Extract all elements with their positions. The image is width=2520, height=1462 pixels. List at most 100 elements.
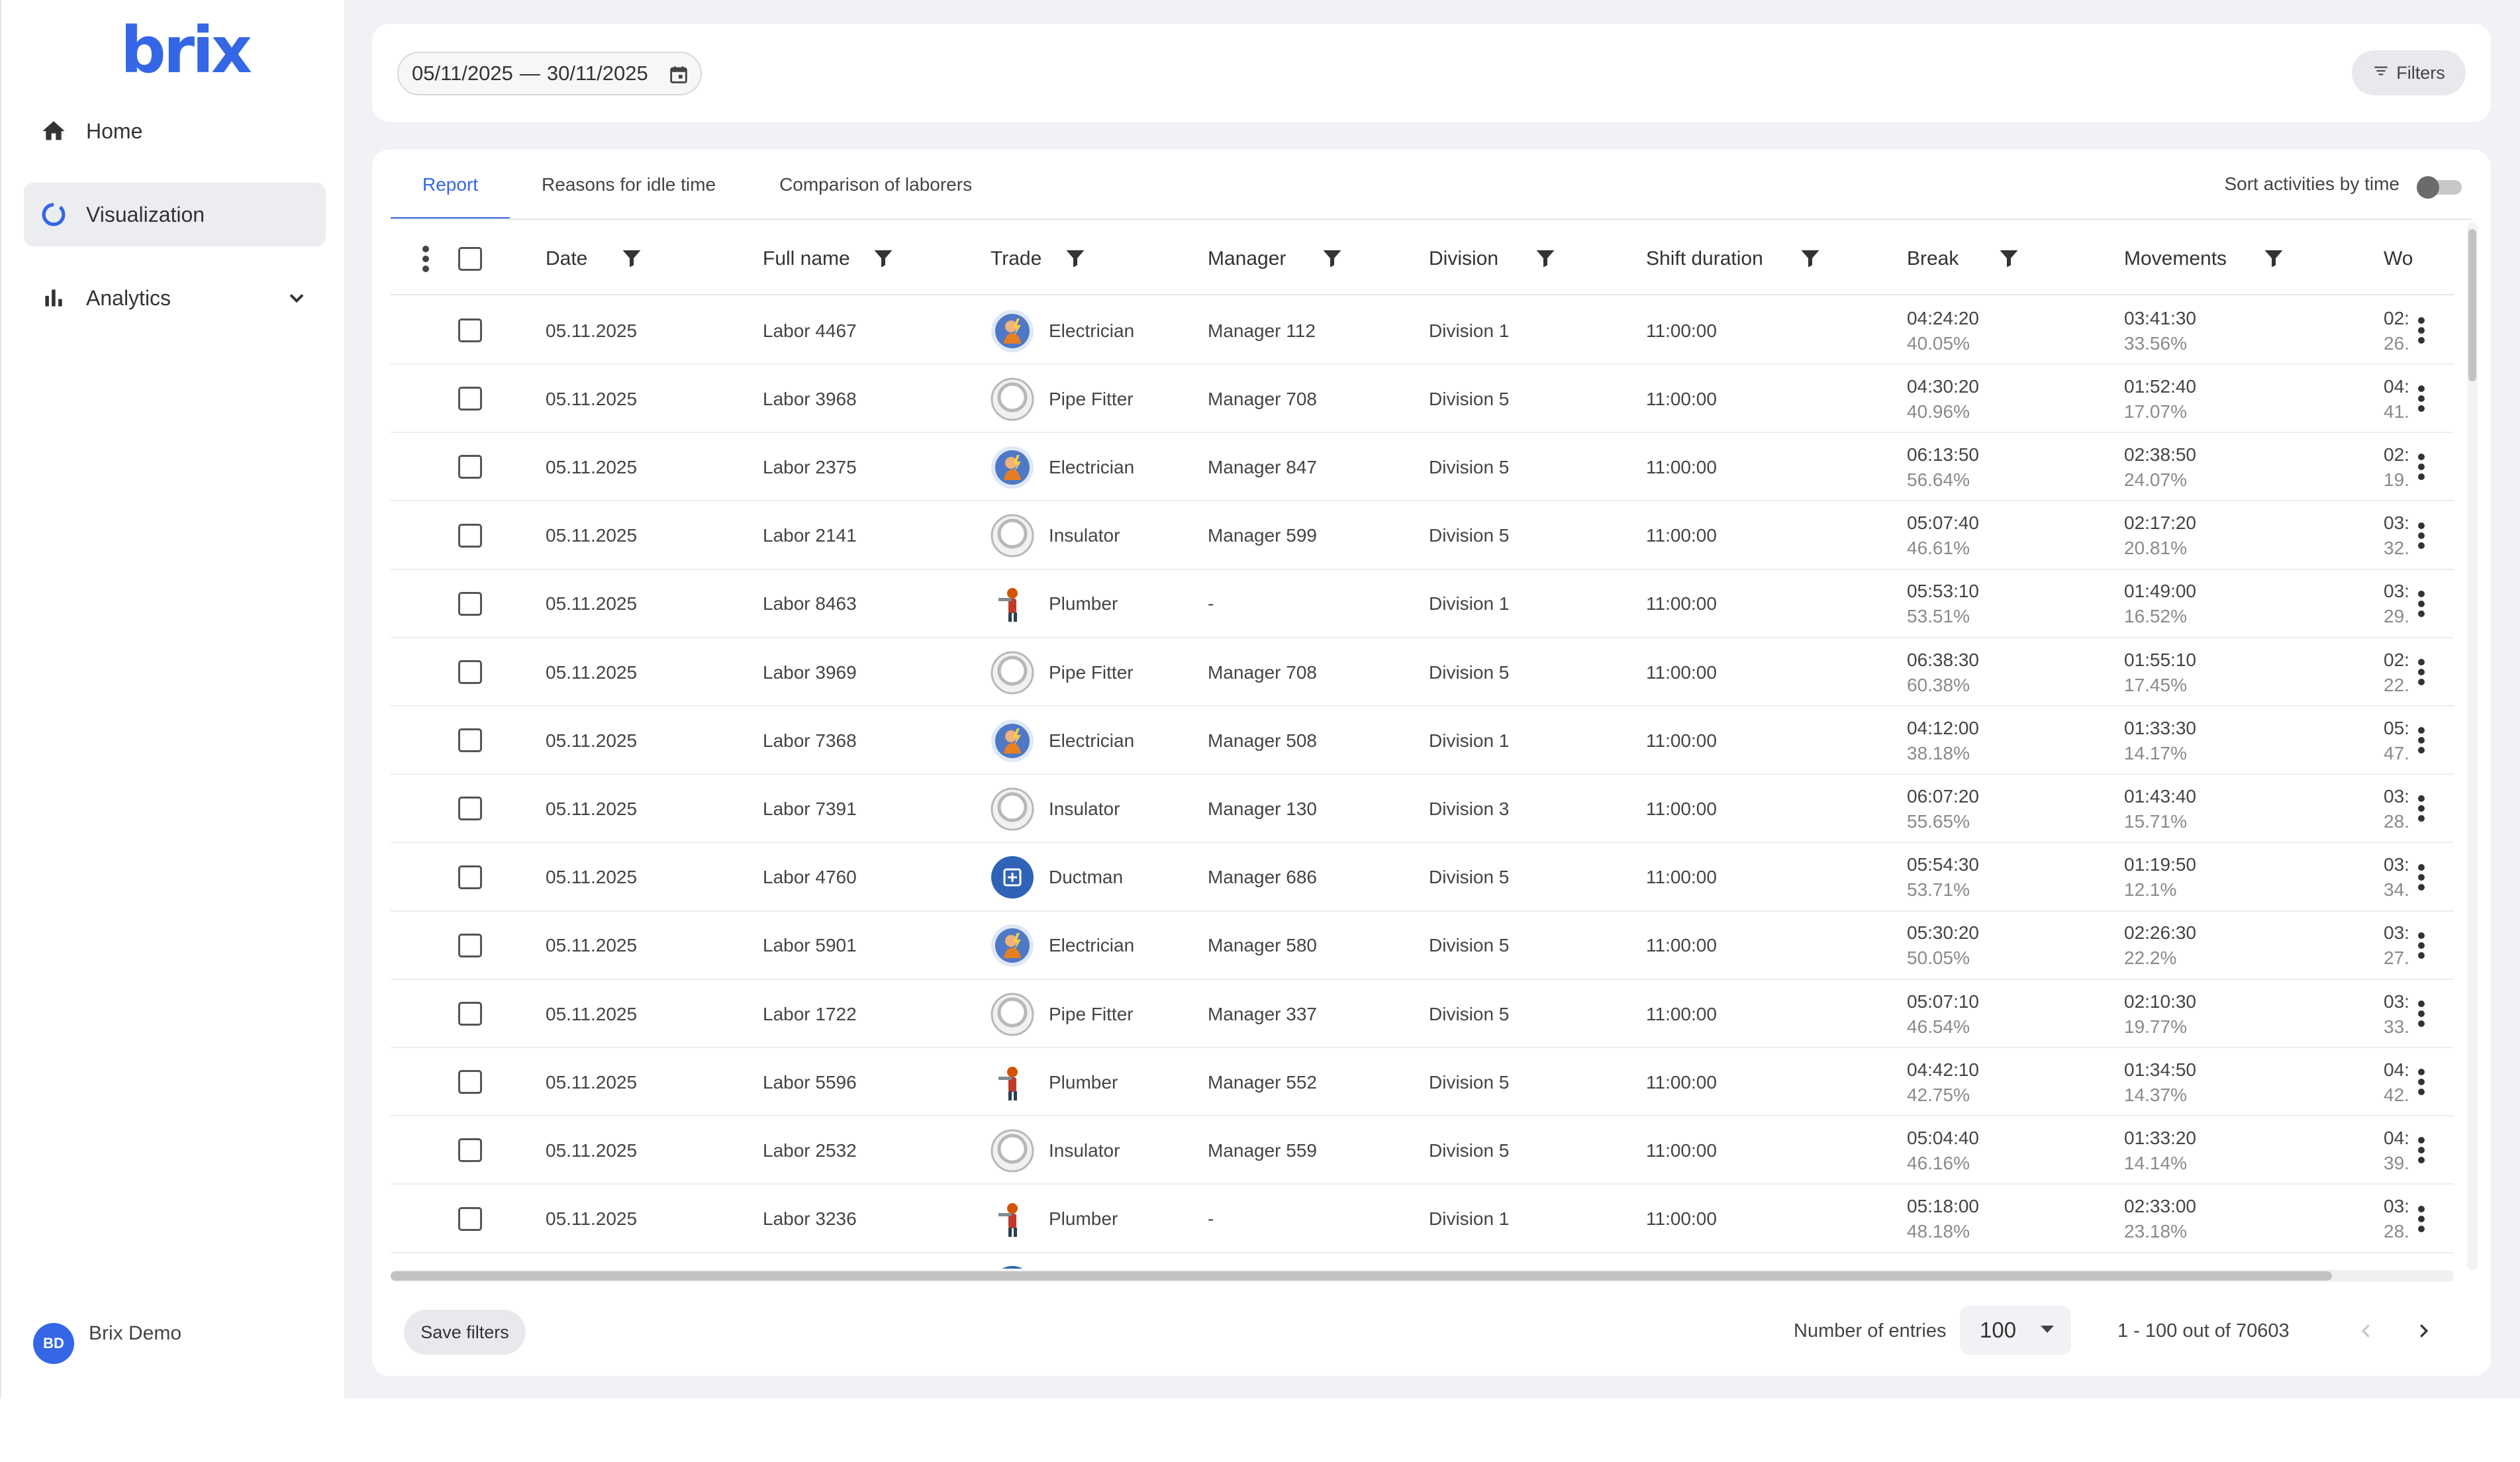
row-checkbox[interactable] <box>458 865 482 889</box>
prev-page-button[interactable] <box>2348 1312 2385 1349</box>
sidebar-item-analytics[interactable]: Analytics <box>24 266 326 330</box>
table-row[interactable]: 05.11.2025 Labor 3969 Pipe Fitter Manager 7… <box>391 638 2454 707</box>
column-header-trade[interactable]: Trade <box>991 222 1042 295</box>
avatar[interactable]: BD <box>33 1323 74 1364</box>
row-checkbox[interactable] <box>458 797 482 821</box>
calendar-icon[interactable] <box>667 64 690 86</box>
row-more-icon[interactable] <box>2411 724 2431 757</box>
table-row[interactable]: 05.11.2025 Labor 4467 Electrician Manager 1… <box>391 297 2454 365</box>
date-range-picker[interactable]: 05/11/2025 — 30/11/2025 <box>397 52 702 95</box>
row-checkbox[interactable] <box>458 455 482 479</box>
column-header-wo[interactable]: Wo <box>2384 222 2413 295</box>
cell-manager: Manager 508 <box>1208 730 1318 751</box>
column-header-manager[interactable]: Manager <box>1208 222 1286 295</box>
save-filters-button[interactable]: Save filters <box>404 1310 526 1355</box>
row-checkbox[interactable] <box>458 933 482 957</box>
row-more-icon[interactable] <box>2411 929 2431 962</box>
table-row[interactable]: 05.11.2025 Labor 1722 Pipe Fitter Manager 3… <box>391 980 2454 1048</box>
table-row[interactable]: 05.11.2025 Labor 7391 Insulator Manager 130… <box>391 775 2454 844</box>
tab-report[interactable]: Report <box>391 150 510 220</box>
cell-movements: 02:38:50 24.07% <box>2124 433 2196 501</box>
row-checkbox[interactable] <box>458 591 482 616</box>
filter-icon[interactable] <box>1320 246 1344 270</box>
table-row[interactable]: 05.11.2025 Labor 2141 Insulator Manager 599… <box>391 502 2454 570</box>
column-header-movements[interactable]: Movements <box>2124 222 2227 295</box>
row-checkbox[interactable] <box>458 660 482 684</box>
table-row[interactable]: 05.11.2025 Labor 5901 Electrician Manager 5… <box>391 912 2454 980</box>
tab-comparison-of-laborers[interactable]: Comparison of laborers <box>748 150 1004 220</box>
filter-icon[interactable] <box>2262 246 2286 270</box>
row-more-icon[interactable] <box>2411 587 2431 620</box>
table-row[interactable]: 05.11.2025 Labor 5596 Plumber Manager 552 Di… <box>391 1048 2454 1117</box>
filter-icon[interactable] <box>871 246 895 270</box>
table-row[interactable]: 05.11.2025 Labor 4760 Ductman Manager 686 Di… <box>391 844 2454 912</box>
wo-percent: 28. <box>2384 1221 2409 1242</box>
row-checkbox[interactable] <box>458 523 482 548</box>
tab-reasons-for-idle-time[interactable]: Reasons for idle time <box>510 150 748 220</box>
filter-icon[interactable] <box>620 246 644 270</box>
filter-icon[interactable] <box>1798 246 1822 270</box>
select-all-checkbox[interactable] <box>458 247 482 271</box>
filters-button[interactable]: Filters <box>2352 50 2466 95</box>
column-header-break[interactable]: Break <box>1907 222 1959 295</box>
row-checkbox[interactable] <box>458 728 482 753</box>
brix-logo[interactable]: brix <box>121 19 252 82</box>
table-row[interactable]: 05.11.2025 Labor 7368 Electrician Manager 5… <box>391 707 2454 775</box>
cell-trade: Plumber <box>991 1048 1118 1116</box>
row-more-icon[interactable] <box>2411 382 2431 415</box>
cell-wo: 03: 28. <box>2384 1185 2414 1253</box>
break-percent: 55.65% <box>1907 810 1970 832</box>
row-more-icon[interactable] <box>2411 792 2431 825</box>
filter-icon[interactable] <box>1997 246 2021 270</box>
horizontal-scrollbar[interactable] <box>391 1270 2454 1282</box>
row-more-icon[interactable] <box>2411 314 2431 347</box>
row-more-icon[interactable] <box>2411 1202 2431 1236</box>
next-page-button[interactable] <box>2405 1312 2442 1349</box>
row-more-icon[interactable] <box>2411 656 2431 689</box>
sidebar-item-visualization[interactable]: Visualization <box>24 183 326 246</box>
table-row[interactable]: 05.11.2025 Labor 3236 Plumber - Division 1 11… <box>391 1185 2454 1253</box>
wo-percent: 26. <box>2384 332 2409 354</box>
table-row[interactable]: 05.11.2025 Labor 2375 Electrician Manager 8… <box>391 433 2454 502</box>
chevron-down-icon[interactable] <box>285 286 309 310</box>
row-checkbox[interactable] <box>458 387 482 411</box>
table-row[interactable]: 05.11.2025 Labor 3968 Pipe Fitter Manager 7… <box>391 365 2454 434</box>
column-header-division[interactable]: Division <box>1429 222 1498 295</box>
row-more-icon[interactable] <box>2411 1134 2431 1167</box>
cell-trade: Plumber <box>991 1185 1118 1253</box>
row-more-icon[interactable] <box>2411 861 2431 894</box>
filter-icon[interactable] <box>1063 246 1087 270</box>
cell-shift-duration: 11:00:00 <box>1646 867 1717 888</box>
row-checkbox[interactable] <box>458 1002 482 1026</box>
row-more-icon[interactable] <box>2411 450 2431 483</box>
column-header-shift-duration[interactable]: Shift duration <box>1646 222 1763 295</box>
wo-time: 03: <box>2384 512 2409 534</box>
row-checkbox[interactable] <box>458 1138 482 1163</box>
entries-select[interactable]: 100 <box>1960 1306 2071 1355</box>
cell-shift-duration: 11:00:00 <box>1646 388 1717 409</box>
cell-date: 05.11.2025 <box>546 730 638 751</box>
column-header-full-name[interactable]: Full name <box>763 222 850 295</box>
table-row[interactable]: 05.11.2025 Labor 8463 Plumber - Division 1 11… <box>391 570 2454 638</box>
cell-movements: 01:19:50 12.1% <box>2124 844 2196 912</box>
row-more-icon[interactable] <box>2411 997 2431 1030</box>
table-row[interactable]: 05.11.2025 Labor 2532 Insulator Manager 559… <box>391 1116 2454 1185</box>
filter-icon[interactable] <box>1533 246 1557 270</box>
table-row-partial[interactable]: 05:58:50 01:54:40 03: <box>391 1253 2454 1269</box>
wo-percent: 47. <box>2384 742 2409 763</box>
cell-wo: 03: 29. <box>2384 570 2414 638</box>
row-checkbox[interactable] <box>458 318 482 342</box>
row-more-icon[interactable] <box>2411 1065 2431 1098</box>
break-time: 05:30:20 <box>1907 922 1979 944</box>
break-time: 04:24:20 <box>1907 307 1979 328</box>
row-more-icon[interactable] <box>2411 519 2431 552</box>
sidebar-item-home[interactable]: Home <box>24 99 326 163</box>
sort-activities-toggle[interactable] <box>2417 175 2463 199</box>
row-checkbox[interactable] <box>458 1070 482 1095</box>
column-menu-icon[interactable] <box>416 242 436 275</box>
column-header-date[interactable]: Date <box>546 222 587 295</box>
cell-shift-duration: 11:00:00 <box>1646 525 1717 546</box>
cell-shift-duration: 11:00:00 <box>1646 661 1717 683</box>
row-checkbox[interactable] <box>458 1206 482 1231</box>
vertical-scrollbar[interactable] <box>2467 222 2478 1270</box>
